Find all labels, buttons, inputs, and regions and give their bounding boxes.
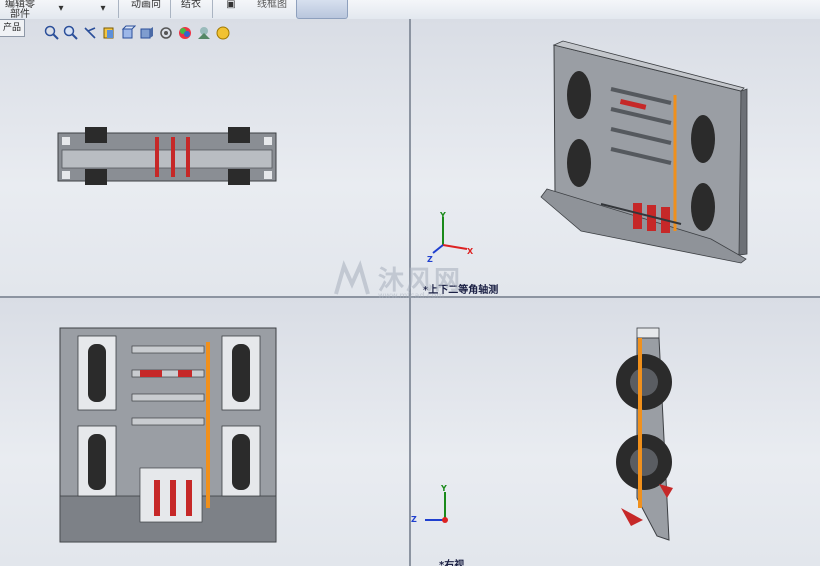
display-icon[interactable]: ▣ [224, 0, 238, 18]
wireframe-button[interactable]: 线框图 [252, 0, 292, 18]
z-axis-label: Z [411, 515, 417, 524]
edit-component-button[interactable]: 编辑零 部件 [0, 0, 40, 20]
axis-triad-top-right [432, 217, 468, 254]
y-axis-label: Y [440, 211, 446, 220]
active-toolbar-button[interactable] [296, 0, 348, 19]
command-manager-toolbar: 编辑零 部件 ▾ ▾ 动画向 结衣 ▣ 线框图 [0, 0, 820, 20]
view-settings-icon[interactable] [215, 25, 231, 41]
axis-triad-bottom-right [425, 492, 448, 523]
previous-view-icon[interactable] [82, 25, 98, 41]
animation-wizard-label: 动画向 [131, 0, 161, 10]
exploded-view-button[interactable]: 结衣 [176, 0, 206, 18]
watermark-subtext: www.mfcad.com [378, 291, 445, 300]
right-view-model [616, 327, 673, 541]
edit-appearance-icon[interactable] [177, 25, 193, 41]
toolbar-divider [118, 0, 119, 18]
hide-show-items-icon[interactable] [158, 25, 174, 41]
apply-scene-icon[interactable] [196, 25, 212, 41]
view-label-right: *右视 [439, 560, 465, 566]
watermark: 沐风网 www.mfcad.com [330, 258, 500, 304]
display-style-icon[interactable] [139, 25, 155, 41]
viewport-bottom-right[interactable]: Y Z *右视 [411, 298, 820, 566]
animation-wizard-button[interactable]: 动画向 [126, 0, 166, 18]
watermark-logo-icon [334, 260, 370, 295]
x-axis-label: X [467, 247, 474, 256]
exploded-view-label: 结衣 [181, 0, 201, 10]
toolbar-divider [170, 0, 171, 18]
feature-manager-tab[interactable]: 产品 [0, 19, 25, 37]
toolbar-divider [212, 0, 213, 18]
zoom-to-fit-icon[interactable] [44, 25, 60, 41]
zoom-area-icon[interactable] [63, 25, 79, 41]
wireframe-label: 线框图 [257, 0, 287, 10]
viewport-bottom-left[interactable] [0, 298, 409, 566]
viewport-top-right[interactable]: Y X Z *上下二等角轴测 [411, 19, 820, 296]
view-orientation-icon[interactable] [120, 25, 136, 41]
top-view-model [57, 127, 277, 185]
front-view-model [59, 327, 277, 543]
y-axis-label: Y [441, 484, 447, 493]
section-view-icon[interactable] [101, 25, 117, 41]
heads-up-view-toolbar [44, 24, 231, 42]
viewport-top-left[interactable] [0, 19, 409, 296]
